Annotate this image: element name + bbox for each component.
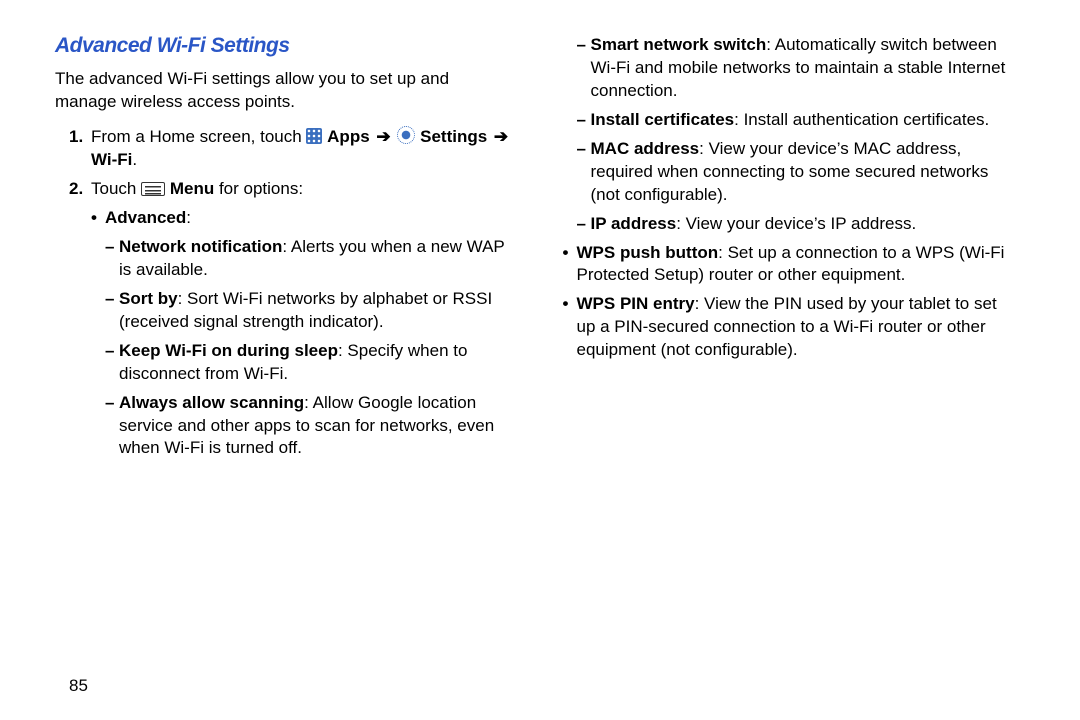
item-body: Smart network switch: Automatically swit… — [591, 34, 1011, 103]
dash-mark: – — [577, 138, 591, 207]
item-title: IP address — [591, 214, 677, 233]
item-wps-pin-entry: • WPS PIN entry: View the PIN used by yo… — [563, 293, 1011, 362]
dash-mark: – — [577, 34, 591, 103]
apps-label: Apps — [327, 127, 370, 146]
item-sort-by: – Sort by: Sort Wi-Fi networks by alphab… — [105, 288, 513, 334]
item-title: Always allow scanning — [119, 393, 304, 412]
item-body: IP address: View your device’s IP addres… — [591, 213, 1011, 236]
item-title: Keep Wi-Fi on during sleep — [119, 341, 338, 360]
item-body: Always allow scanning: Allow Google loca… — [119, 392, 513, 461]
left-column: Advanced Wi-Fi Settings The advanced Wi-… — [55, 28, 543, 700]
dash-mark: – — [105, 392, 119, 461]
intro-paragraph: The advanced Wi-Fi settings allow you to… — [55, 68, 513, 114]
item-body: Sort by: Sort Wi-Fi networks by alphabet… — [119, 288, 513, 334]
item-title: Network notification — [119, 237, 282, 256]
step-number: 2. — [69, 178, 91, 201]
item-body: Install certificates: Install authentica… — [591, 109, 1011, 132]
item-ip-address: – IP address: View your device’s IP addr… — [577, 213, 1011, 236]
bullet-mark: • — [563, 293, 577, 362]
section-title: Advanced Wi-Fi Settings — [55, 32, 513, 60]
settings-label: Settings — [420, 127, 487, 146]
bullet-advanced: • Advanced: — [91, 207, 513, 230]
item-body: WPS push button: Set up a connection to … — [577, 242, 1011, 288]
item-body: MAC address: View your device’s MAC addr… — [591, 138, 1011, 207]
step-1: 1. From a Home screen, touch Apps ➔ Sett… — [69, 126, 513, 172]
apps-icon — [306, 128, 322, 144]
arrow-icon: ➔ — [492, 127, 510, 146]
dash-mark: – — [105, 236, 119, 282]
item-mac-address: – MAC address: View your device’s MAC ad… — [577, 138, 1011, 207]
item-title: WPS PIN entry — [577, 294, 695, 313]
settings-icon — [397, 126, 415, 144]
manual-page: Advanced Wi-Fi Settings The advanced Wi-… — [0, 0, 1080, 720]
menu-label: Menu — [170, 179, 214, 198]
item-allow-scanning: – Always allow scanning: Allow Google lo… — [105, 392, 513, 461]
item-keep-wifi-on: – Keep Wi-Fi on during sleep: Specify wh… — [105, 340, 513, 386]
bullet-mark: • — [563, 242, 577, 288]
dash-mark: – — [577, 213, 591, 236]
step-body: From a Home screen, touch Apps ➔ Setting… — [91, 126, 513, 172]
right-column: – Smart network switch: Automatically sw… — [543, 28, 1041, 700]
step-2: 2. Touch Menu for options: — [69, 178, 513, 201]
item-title: Install certificates — [591, 110, 735, 129]
item-wps-push-button: • WPS push button: Set up a connection t… — [563, 242, 1011, 288]
menu-icon — [141, 182, 165, 196]
dash-mark: – — [577, 109, 591, 132]
dash-mark: – — [105, 288, 119, 334]
item-smart-network-switch: – Smart network switch: Automatically sw… — [577, 34, 1011, 103]
item-text: : View your device’s IP address. — [676, 214, 916, 233]
bullet-body: Advanced: — [105, 207, 513, 230]
step-text: Touch — [91, 179, 141, 198]
item-title: WPS push button — [577, 243, 719, 262]
item-text: : Install authentication certificates. — [734, 110, 989, 129]
wifi-label: Wi-Fi — [91, 150, 132, 169]
item-title: Sort by — [119, 289, 178, 308]
advanced-label: Advanced — [105, 208, 186, 227]
item-body: Network notification: Alerts you when a … — [119, 236, 513, 282]
page-number: 85 — [69, 675, 88, 698]
step-text: From a Home screen, touch — [91, 127, 306, 146]
item-body: Keep Wi-Fi on during sleep: Specify when… — [119, 340, 513, 386]
item-title: Smart network switch — [591, 35, 767, 54]
arrow-icon: ➔ — [374, 127, 392, 146]
item-body: WPS PIN entry: View the PIN used by your… — [577, 293, 1011, 362]
item-network-notification: – Network notification: Alerts you when … — [105, 236, 513, 282]
step-text: for options: — [219, 179, 303, 198]
period: . — [132, 150, 137, 169]
item-title: MAC address — [591, 139, 700, 158]
bullet-mark: • — [91, 207, 105, 230]
colon: : — [186, 208, 191, 227]
item-install-certificates: – Install certificates: Install authenti… — [577, 109, 1011, 132]
dash-mark: – — [105, 340, 119, 386]
step-number: 1. — [69, 126, 91, 172]
step-body: Touch Menu for options: — [91, 178, 513, 201]
